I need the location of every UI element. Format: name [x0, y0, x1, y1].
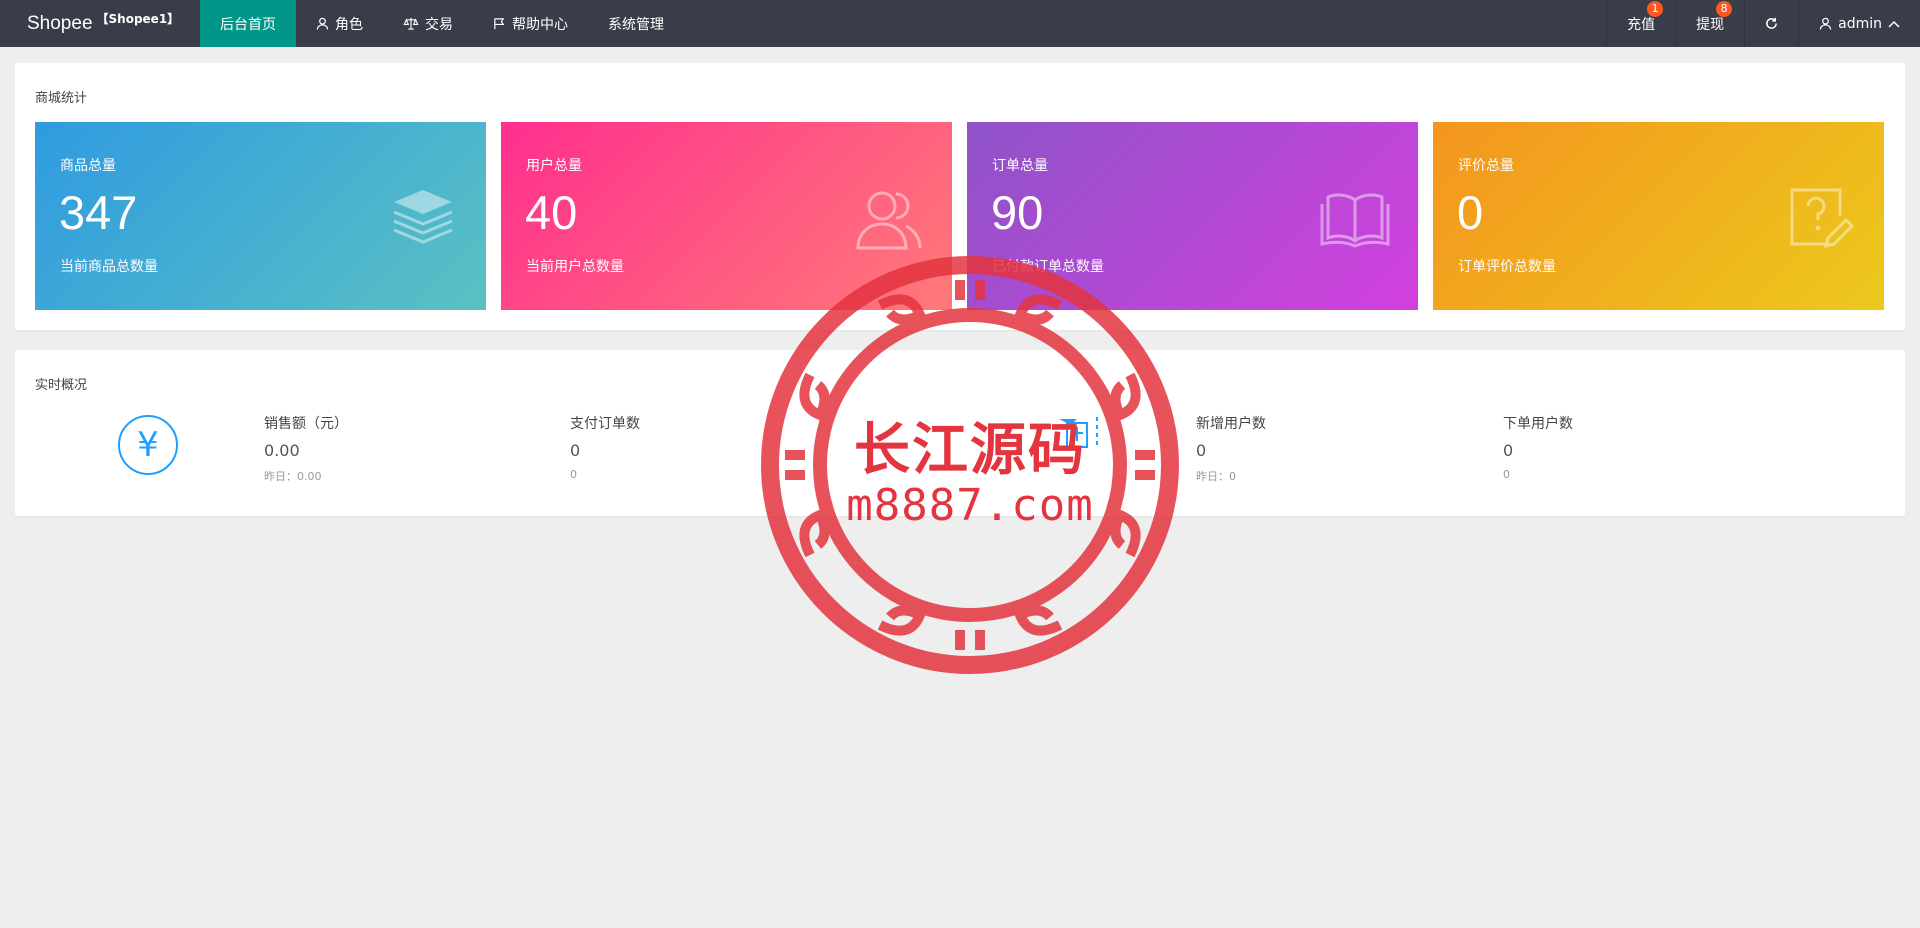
withdraw-badge: 8	[1716, 1, 1733, 17]
metric-value: 0.00	[264, 441, 300, 460]
mall-stats-title: 商城统计	[35, 91, 88, 106]
metric-prev: 0	[570, 468, 577, 481]
nav-item-trade[interactable]: 交易	[383, 0, 473, 47]
nav-item-roles[interactable]: 角色	[296, 0, 383, 47]
chevron-up-icon	[1888, 20, 1900, 28]
stat-card-value: 40	[525, 186, 578, 239]
metric-label: 下单用户数	[1503, 416, 1573, 432]
brand-name: Shopee	[27, 12, 93, 34]
realtime-title: 实时概况	[35, 378, 88, 393]
book-icon	[1320, 193, 1390, 248]
stat-card-label: 评价总量	[1458, 158, 1514, 174]
layers-icon	[393, 190, 453, 244]
scale-icon	[403, 17, 419, 30]
metric-prev: 昨日：0	[1196, 470, 1236, 483]
stat-card-desc: 当前商品总数量	[60, 259, 158, 275]
nav-item-label: 角色	[335, 16, 363, 33]
recharge-badge: 1	[1647, 1, 1664, 17]
user-icon	[1819, 17, 1832, 30]
withdraw-label: 提现	[1696, 16, 1725, 33]
metric-label: 新增用户数	[1196, 416, 1266, 432]
nav-item-system[interactable]: 系统管理	[588, 0, 684, 47]
metric-label: 支付订单数	[570, 416, 640, 432]
stat-card-desc: 订单评价总数量	[1458, 259, 1556, 275]
stat-card-label: 用户总量	[526, 158, 582, 174]
top-navbar: Shopee 【Shopee1】 后台首页 角色 交易 帮助中心 系统管理 充值…	[0, 0, 1920, 47]
user-icon	[316, 17, 329, 30]
stat-card-orders[interactable]: 订单总量 90 已付款订单总数量	[967, 122, 1418, 310]
metric-ordering-users: 下单用户数 0 0	[1503, 413, 1573, 481]
nav-item-label: 后台首页	[220, 16, 276, 33]
metric-value: 0	[1503, 441, 1514, 460]
refresh-icon	[1766, 17, 1778, 29]
stat-card-desc: 已付款订单总数量	[992, 259, 1104, 275]
stat-card-value: 347	[59, 186, 138, 239]
stat-card-value: 90	[991, 186, 1044, 239]
users-icon	[856, 191, 922, 250]
stat-card-reviews[interactable]: 评价总量 0 订单评价总数量	[1433, 122, 1884, 310]
nav-item-label: 交易	[425, 16, 453, 33]
user-menu[interactable]: admin	[1798, 0, 1920, 47]
metric-new-users: 新增用户数 0 昨日：0	[1196, 413, 1266, 484]
nav-item-label: 帮助中心	[512, 16, 568, 33]
nav-item-home[interactable]: 后台首页	[200, 0, 296, 47]
withdraw-button[interactable]: 提现 8	[1675, 0, 1744, 47]
stat-card-label: 订单总量	[992, 158, 1048, 174]
flag-icon	[494, 18, 505, 30]
realtime-panel: 实时概况 ¥ 销售额（元） 0.00 昨日：0.00 支付订单数 0 0 新增用…	[15, 350, 1905, 516]
recharge-label: 充值	[1627, 16, 1656, 33]
stat-card-label: 商品总量	[60, 158, 116, 174]
main-nav: 后台首页 角色 交易 帮助中心 系统管理	[200, 0, 684, 47]
metric-value: 0	[1196, 441, 1207, 460]
nav-item-help[interactable]: 帮助中心	[473, 0, 588, 47]
username: admin	[1838, 15, 1882, 32]
yen-symbol: ¥	[137, 425, 159, 465]
metric-prev: 昨日：0.00	[264, 470, 322, 483]
new-user-icon	[1059, 417, 1098, 448]
metric-value: 0	[570, 441, 581, 460]
metric-sales: 销售额（元） 0.00 昨日：0.00	[264, 413, 348, 484]
metric-prev: 0	[1503, 468, 1510, 481]
question-edit-icon	[1790, 188, 1855, 249]
right-nav: 充值 1 提现 8 admin	[1606, 0, 1920, 47]
nav-item-label: 系统管理	[608, 16, 664, 33]
brand-logo[interactable]: Shopee 【Shopee1】	[27, 0, 179, 47]
stat-card-products[interactable]: 商品总量 347 当前商品总数量	[35, 122, 486, 310]
yen-icon: ¥	[118, 415, 178, 475]
mall-stats-panel: 商城统计 商品总量 347 当前商品总数量 用户总量 40 当前用户总数量 订单…	[15, 63, 1905, 330]
recharge-button[interactable]: 充值 1	[1606, 0, 1675, 47]
brand-subtitle: 【Shopee1】	[96, 12, 180, 26]
refresh-button[interactable]	[1744, 0, 1798, 47]
metric-label: 销售额（元）	[264, 416, 348, 432]
metric-paid-orders: 支付订单数 0 0	[570, 413, 640, 481]
stat-card-users[interactable]: 用户总量 40 当前用户总数量	[501, 122, 952, 310]
stat-card-desc: 当前用户总数量	[526, 259, 624, 275]
stat-card-value: 0	[1457, 186, 1484, 239]
